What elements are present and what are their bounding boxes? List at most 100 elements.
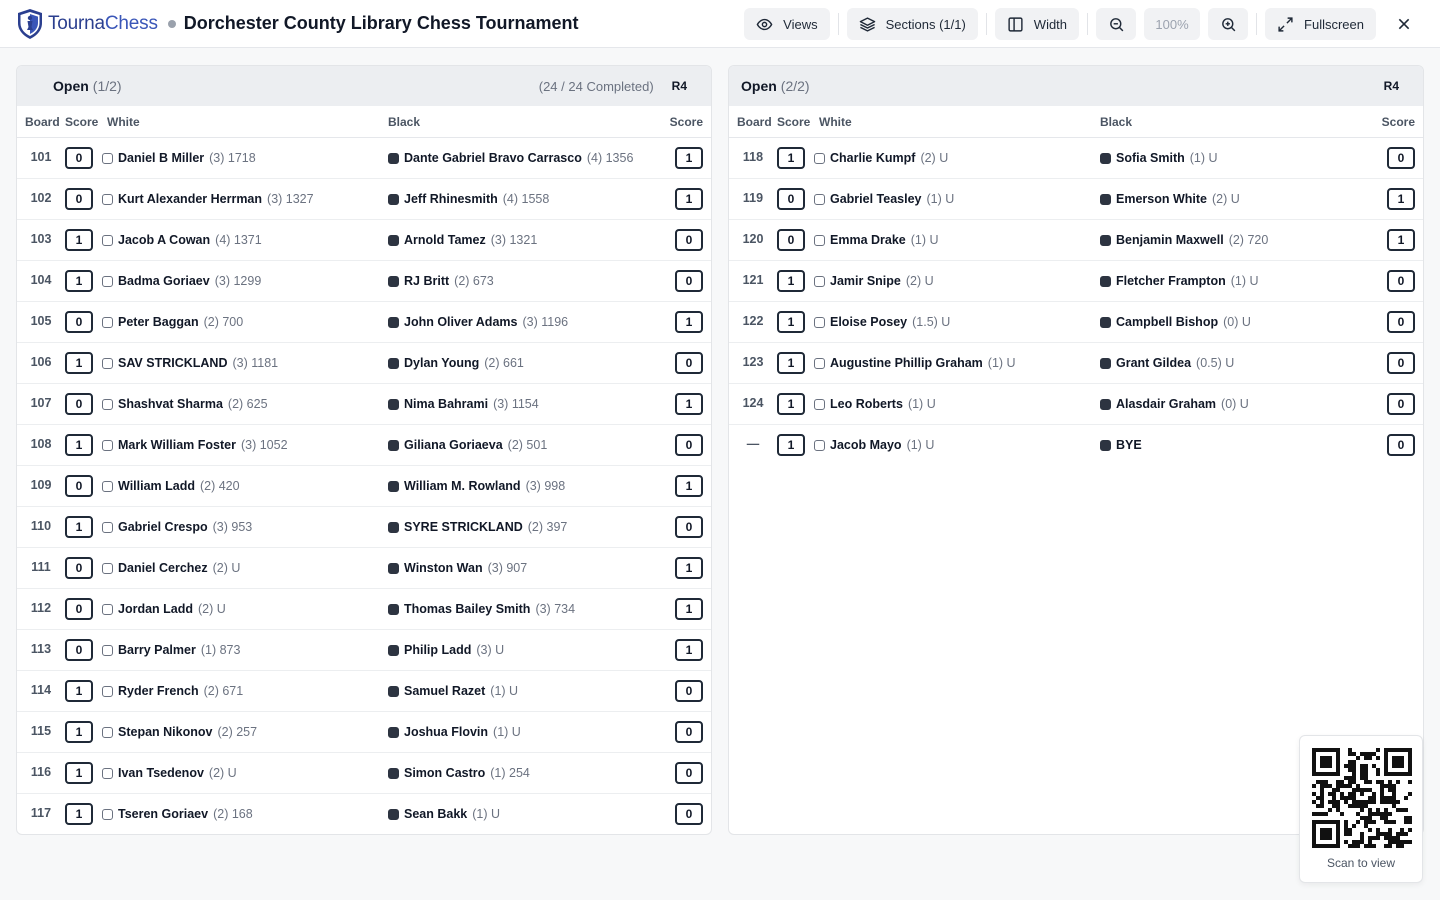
white-player[interactable]: Jordan Ladd (2) U — [102, 602, 226, 616]
black-player[interactable]: John Oliver Adams (3) 1196 — [388, 315, 568, 329]
views-button[interactable]: Views — [744, 8, 830, 40]
black-player[interactable]: Winston Wan (3) 907 — [388, 561, 527, 575]
black-player-name: Fletcher Frampton — [1116, 274, 1226, 288]
black-player[interactable]: Arnold Tamez (3) 1321 — [388, 233, 537, 247]
white-player[interactable]: Augustine Phillip Graham (1) U — [814, 356, 1016, 370]
black-player[interactable]: William M. Rowland (3) 998 — [388, 479, 565, 493]
white-player-name: Mark William Foster — [118, 438, 236, 452]
white-player[interactable]: Jamir Snipe (2) U — [814, 274, 934, 288]
black-player[interactable]: BYE — [1100, 438, 1147, 452]
black-player-meta: (0) U — [1223, 315, 1251, 329]
pairing-row: 111 0 Daniel Cerchez (2) U Winston Wan (3) 90… — [17, 548, 711, 589]
black-score: 0 — [675, 721, 703, 743]
black-player[interactable]: Jeff Rhinesmith (4) 1558 — [388, 192, 549, 206]
black-player[interactable]: Benjamin Maxwell (2) 720 — [1100, 233, 1268, 247]
black-player[interactable]: Philip Ladd (3) U — [388, 643, 504, 657]
white-player[interactable]: Kurt Alexander Herrman (3) 1327 — [102, 192, 314, 206]
black-piece-icon — [388, 726, 399, 738]
white-player[interactable]: Leo Roberts (1) U — [814, 397, 936, 411]
white-player[interactable]: Peter Baggan (2) 700 — [102, 315, 243, 329]
black-player[interactable]: Samuel Razet (1) U — [388, 684, 518, 698]
white-score: 0 — [65, 639, 93, 661]
white-player[interactable]: Emma Drake (1) U — [814, 233, 939, 247]
black-player-meta: (0) U — [1221, 397, 1249, 411]
pairing-row: 114 1 Ryder French (2) 671 Samuel Razet (1) U… — [17, 671, 711, 712]
fullscreen-button[interactable]: Fullscreen — [1265, 8, 1376, 40]
board-number: 113 — [30, 642, 52, 656]
pairing-row: 118 1 Charlie Kumpf (2) U Sofia Smith (1) U 0 — [729, 138, 1423, 179]
logo[interactable]: TournaChess — [16, 8, 158, 40]
black-player[interactable]: Alasdair Graham (0) U — [1100, 397, 1249, 411]
white-player[interactable]: Stepan Nikonov (2) 257 — [102, 725, 257, 739]
black-piece-icon — [1100, 152, 1111, 164]
black-player[interactable]: Fletcher Frampton (1) U — [1100, 274, 1259, 288]
black-player[interactable]: Dante Gabriel Bravo Carrasco (4) 1356 — [388, 151, 633, 165]
white-player[interactable]: Gabriel Teasley (1) U — [814, 192, 954, 206]
black-player[interactable]: Grant Gildea (0.5) U — [1100, 356, 1234, 370]
black-piece-icon — [388, 193, 399, 205]
sections-button[interactable]: Sections (1/1) — [846, 8, 978, 40]
white-player[interactable]: Tseren Goriaev (2) 168 — [102, 807, 253, 821]
white-player[interactable]: Charlie Kumpf (2) U — [814, 151, 948, 165]
black-player[interactable]: Simon Castro (1) 254 — [388, 766, 530, 780]
black-score: 1 — [675, 639, 703, 661]
qr-card[interactable]: Scan to view — [1299, 735, 1423, 883]
white-player-meta: (2) U — [905, 274, 934, 288]
board-number: — — [746, 437, 760, 451]
pairings-list: 118 1 Charlie Kumpf (2) U Sofia Smith (1) U01… — [729, 138, 1423, 466]
column-headers: Board Score White Black Score — [729, 106, 1423, 138]
black-score: 1 — [675, 147, 703, 169]
board-number: 117 — [30, 806, 52, 820]
black-player[interactable]: RJ Britt (2) 673 — [388, 274, 494, 288]
black-player[interactable]: Nima Bahrami (3) 1154 — [388, 397, 539, 411]
white-player[interactable]: Badma Goriaev (3) 1299 — [102, 274, 261, 288]
black-player[interactable]: Dylan Young (2) 661 — [388, 356, 524, 370]
white-player-meta: (2) 700 — [203, 315, 244, 329]
white-player[interactable]: Mark William Foster (3) 1052 — [102, 438, 288, 452]
close-button[interactable] — [1388, 8, 1420, 40]
white-player[interactable]: Barry Palmer (1) 873 — [102, 643, 240, 657]
white-player-name: Ryder French — [118, 684, 199, 698]
zoom-in-button[interactable] — [1208, 8, 1249, 40]
board-number: 123 — [742, 355, 764, 369]
white-player[interactable]: Jacob Mayo (1) U — [814, 438, 934, 452]
white-piece-icon — [814, 234, 825, 246]
board-number: 107 — [30, 396, 52, 410]
white-player[interactable]: SAV STRICKLAND (3) 1181 — [102, 356, 278, 370]
white-player[interactable]: Gabriel Crespo (3) 953 — [102, 520, 252, 534]
black-player[interactable]: SYRE STRICKLAND (2) 397 — [388, 520, 567, 534]
zoom-out-button[interactable] — [1096, 8, 1137, 40]
black-player[interactable]: Sean Bakk (1) U — [388, 807, 500, 821]
white-player[interactable]: Eloise Posey (1.5) U — [814, 315, 950, 329]
layers-icon — [859, 16, 875, 32]
black-player[interactable]: Giliana Goriaeva (2) 501 — [388, 438, 547, 452]
board-number: 118 — [742, 150, 764, 164]
black-player[interactable]: Joshua Flovin (1) U — [388, 725, 521, 739]
white-player[interactable]: Ivan Tsedenov (2) U — [102, 766, 237, 780]
white-player-meta: (2) 671 — [203, 684, 244, 698]
white-piece-icon — [102, 152, 113, 164]
black-player[interactable]: Thomas Bailey Smith (3) 734 — [388, 602, 575, 616]
white-score: 1 — [65, 270, 93, 292]
black-player[interactable]: Sofia Smith (1) U — [1100, 151, 1218, 165]
width-button[interactable]: Width — [994, 8, 1080, 40]
col-score: Score — [777, 114, 811, 129]
black-piece-icon — [1100, 234, 1111, 246]
white-player[interactable]: Daniel B Miller (3) 1718 — [102, 151, 256, 165]
white-player[interactable]: Ryder French (2) 671 — [102, 684, 243, 698]
pairing-row: 106 1 SAV STRICKLAND (3) 1181 Dylan Young (2)… — [17, 343, 711, 384]
board-number: 101 — [30, 150, 52, 164]
black-piece-icon — [1100, 357, 1111, 369]
white-piece-icon — [102, 644, 113, 656]
white-player[interactable]: William Ladd (2) 420 — [102, 479, 240, 493]
board-number: 110 — [30, 519, 52, 533]
white-piece-icon — [102, 726, 113, 738]
black-player[interactable]: Emerson White (2) U — [1100, 192, 1240, 206]
white-player[interactable]: Jacob A Cowan (4) 1371 — [102, 233, 262, 247]
white-player[interactable]: Daniel Cerchez (2) U — [102, 561, 240, 575]
black-player[interactable]: Campbell Bishop (0) U — [1100, 315, 1251, 329]
white-player[interactable]: Shashvat Sharma (2) 625 — [102, 397, 268, 411]
board-number: 115 — [30, 724, 52, 738]
white-score: 1 — [65, 229, 93, 251]
black-player-name: Grant Gildea — [1116, 356, 1192, 370]
